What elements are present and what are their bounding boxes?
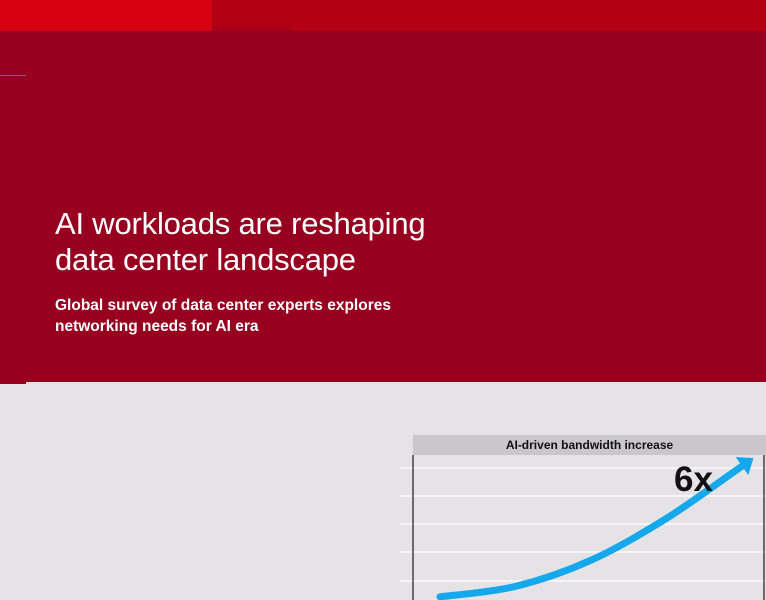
top-band-accent xyxy=(0,0,212,31)
chart-annotation: 6x xyxy=(674,460,713,499)
hero-title: AI workloads are reshaping data center l… xyxy=(55,206,426,277)
hero-bottom-rule xyxy=(26,382,766,384)
hero-subtitle: Global survey of data center experts exp… xyxy=(55,297,391,335)
hero-banner: AI workloads are reshaping data center l… xyxy=(0,0,766,384)
top-band-strip xyxy=(212,26,290,31)
corner-rule xyxy=(0,75,26,76)
